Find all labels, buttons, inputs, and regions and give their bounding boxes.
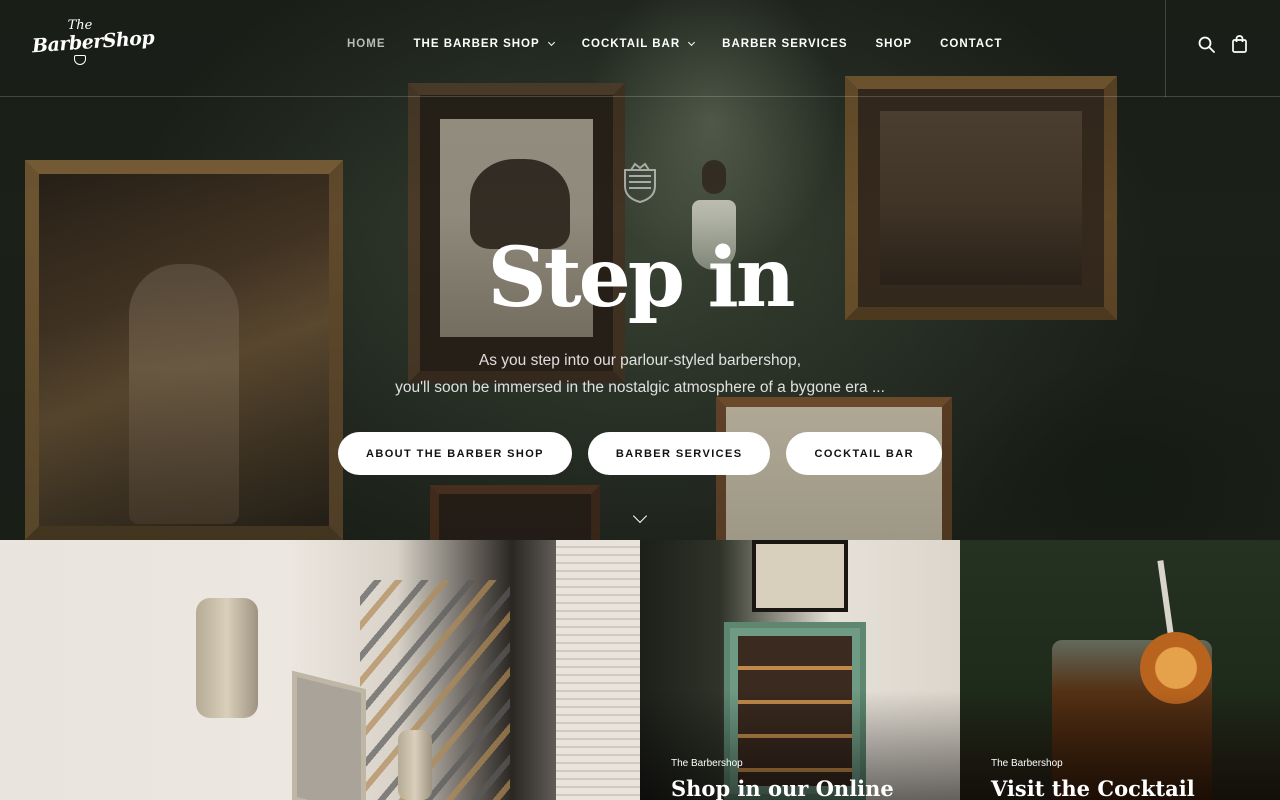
barber-services-button[interactable]: BARBER SERVICES (587, 432, 771, 475)
crest-icon (624, 162, 656, 204)
online-shop-panel[interactable]: The Barbershop Shop in our Online (640, 540, 960, 800)
site-logo[interactable]: The BarberShop (31, 19, 155, 72)
hero-subtitle-line1: As you step into our parlour-styled barb… (478, 352, 802, 369)
window-blinds-image (556, 540, 640, 800)
nav-label: SHOP (875, 38, 913, 50)
nav-item-home[interactable]: HOME (347, 38, 386, 50)
nav-label: THE BARBER SHOP (413, 38, 540, 50)
logo-wordmark: BarberShop (31, 26, 155, 58)
interior-panel[interactable] (0, 540, 640, 800)
hero-button-group: ABOUT THE BARBER SHOP BARBER SERVICES CO… (0, 432, 1280, 475)
panel-title[interactable]: Shop in our Online (671, 776, 894, 800)
cocktail-panel[interactable]: The Barbershop Visit the Cocktail (960, 540, 1280, 800)
wall-lamp-image (196, 598, 258, 718)
cocktail-bar-button[interactable]: COCKTAIL BAR (786, 432, 942, 475)
nav-label: CONTACT (940, 38, 1003, 50)
about-barber-shop-button[interactable]: ABOUT THE BARBER SHOP (338, 432, 572, 475)
nav-label: BARBER SERVICES (722, 38, 848, 50)
nav-item-shop[interactable]: SHOP (876, 38, 913, 50)
logo-crest-icon (74, 55, 86, 65)
wall-lamp-image (398, 730, 432, 800)
hero-subtitle: As you step into our parlour-styled barb… (0, 347, 1280, 401)
nav-label: COCKTAIL BAR (581, 38, 681, 50)
nav-item-contact[interactable]: CONTACT (940, 38, 1002, 50)
hero-subtitle-line2: you'll soon be immersed in the nostalgic… (395, 379, 885, 396)
hero-title: Step in (487, 230, 796, 326)
nav-item-barber-services[interactable]: BARBER SERVICES (722, 38, 847, 50)
site-header: The BarberShop HOME THE BARBER SHOP COCK… (0, 0, 1280, 97)
feature-panels: The Barbershop Shop in our Online The Ba… (0, 540, 1280, 800)
chevron-down-icon (547, 38, 555, 47)
shopping-bag-icon[interactable] (1232, 35, 1247, 53)
search-icon[interactable] (1198, 36, 1215, 53)
chevron-down-icon (688, 38, 696, 47)
panel-title[interactable]: Visit the Cocktail (991, 776, 1195, 800)
main-nav: HOME THE BARBER SHOP COCKTAIL BAR BARBER… (347, 38, 1002, 50)
header-divider (1165, 0, 1166, 97)
panel-kicker: The Barbershop (671, 758, 743, 769)
nav-label: HOME (347, 38, 386, 50)
panel-kicker: The Barbershop (991, 758, 1063, 769)
nav-item-cocktail-bar[interactable]: COCKTAIL BAR (581, 38, 696, 50)
nav-item-the-barber-shop[interactable]: THE BARBER SHOP (413, 38, 555, 50)
portrait-image (752, 540, 848, 612)
mirror-image (292, 670, 366, 800)
